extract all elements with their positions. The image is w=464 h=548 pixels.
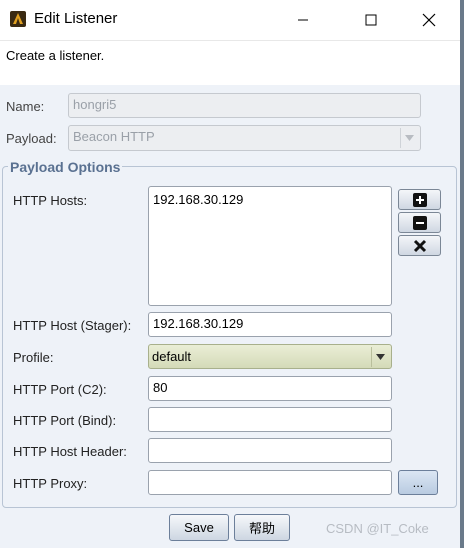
payload-value: Beacon HTTP [73, 129, 155, 144]
title-bar: Edit Listener [0, 0, 464, 40]
save-button[interactable]: Save [169, 514, 229, 541]
stager-input[interactable]: 192.168.30.129 [148, 312, 392, 337]
http-hosts-label: HTTP Hosts: [13, 193, 88, 208]
maximize-button[interactable] [348, 0, 394, 40]
name-label: Name: [6, 99, 45, 114]
payload-label: Payload: [6, 131, 57, 146]
close-button[interactable] [406, 0, 452, 40]
chevron-down-icon [400, 128, 418, 148]
edit-listener-window: Edit Listener Create a listener. Name: h… [0, 0, 464, 548]
help-button[interactable]: 帮助 [234, 514, 290, 541]
watermark: CSDN @IT_Coke [326, 521, 429, 536]
stager-label: HTTP Host (Stager): [13, 318, 132, 333]
payload-select[interactable]: Beacon HTTP [68, 125, 421, 151]
minimize-button[interactable] [280, 0, 326, 40]
port-bind-label: HTTP Port (Bind): [13, 413, 117, 428]
maximize-icon [365, 14, 377, 26]
payload-options-title: Payload Options [8, 159, 123, 175]
app-icon [10, 11, 26, 27]
profile-value: default [152, 349, 192, 364]
window-title: Edit Listener [34, 10, 118, 27]
proxy-settings-button[interactable]: ... [398, 470, 438, 495]
plus-icon [412, 192, 427, 207]
port-c2-input[interactable]: 80 [148, 376, 392, 401]
profile-select[interactable]: default [148, 344, 392, 369]
description-panel: Create a listener. [0, 40, 460, 85]
list-item[interactable]: 192.168.30.129 [153, 192, 387, 207]
clear-hosts-button[interactable] [398, 235, 441, 256]
port-bind-input[interactable] [148, 407, 392, 432]
proxy-input[interactable] [148, 470, 392, 495]
chevron-down-icon [371, 347, 389, 367]
add-host-button[interactable] [398, 189, 441, 210]
minimize-icon [298, 19, 308, 21]
port-c2-label: HTTP Port (C2): [13, 382, 107, 397]
proxy-label: HTTP Proxy: [13, 476, 88, 491]
minus-icon [412, 215, 427, 230]
remove-host-button[interactable] [398, 212, 441, 233]
profile-label: Profile: [13, 350, 54, 365]
x-icon [413, 239, 426, 252]
close-icon [422, 13, 436, 27]
host-header-input[interactable] [148, 438, 392, 463]
host-header-label: HTTP Host Header: [13, 444, 127, 459]
background-window-edge [460, 0, 464, 548]
description-text: Create a listener. [6, 48, 105, 63]
http-hosts-list[interactable]: 192.168.30.129 [148, 186, 392, 306]
name-input[interactable]: hongri5 [68, 93, 421, 118]
